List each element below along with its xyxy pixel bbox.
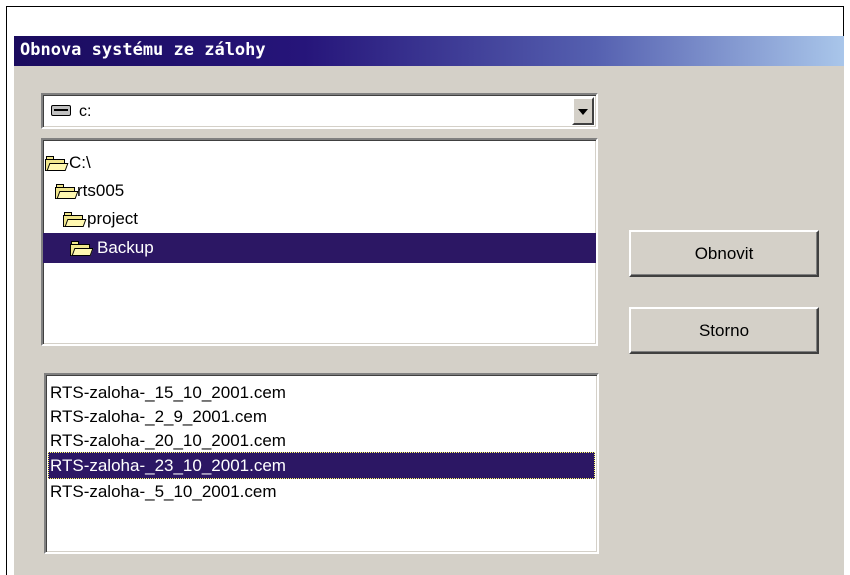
folder-open-icon xyxy=(45,156,69,171)
chevron-down-icon xyxy=(578,109,588,115)
tree-item-rts005[interactable]: rts005 xyxy=(55,176,255,206)
tree-item-label: Backup xyxy=(97,238,154,257)
restore-dialog: Obnova systému ze zálohy c: C:\ rts005 p… xyxy=(14,36,844,575)
title-bar[interactable]: Obnova systému ze zálohy xyxy=(14,36,844,66)
drive-select[interactable]: c: xyxy=(41,93,598,129)
drive-select-value: c: xyxy=(79,103,92,120)
dropdown-button[interactable] xyxy=(572,97,594,125)
tree-item-project[interactable]: project xyxy=(63,204,263,234)
tree-item-c-root[interactable]: C:\ xyxy=(45,148,245,178)
drive-icon xyxy=(51,105,71,116)
folder-tree[interactable]: C:\ rts005 project Backup xyxy=(41,138,598,346)
list-item[interactable]: RTS-zaloha-_5_10_2001.cem xyxy=(50,478,277,505)
list-item[interactable]: RTS-zaloha-_20_10_2001.cem xyxy=(50,427,286,454)
folder-open-icon xyxy=(63,212,87,227)
backup-file-list[interactable]: RTS-zaloha-_15_10_2001.cem RTS-zaloha-_2… xyxy=(44,373,599,554)
folder-open-icon xyxy=(55,184,79,199)
cancel-button[interactable]: Storno xyxy=(629,307,819,354)
tree-item-backup[interactable]: Backup xyxy=(43,233,596,263)
tree-item-label: project xyxy=(87,209,139,228)
list-item[interactable]: RTS-zaloha-_15_10_2001.cem xyxy=(50,379,286,406)
list-item-selected[interactable]: RTS-zaloha-_23_10_2001.cem xyxy=(48,452,595,479)
tree-item-label: rts005 xyxy=(77,181,125,200)
restore-button[interactable]: Obnovit xyxy=(629,230,819,277)
tree-item-label: C:\ xyxy=(69,153,91,172)
folder-open-icon xyxy=(70,241,94,256)
dialog-title: Obnova systému ze zálohy xyxy=(20,40,266,60)
list-item[interactable]: RTS-zaloha-_2_9_2001.cem xyxy=(50,403,267,430)
